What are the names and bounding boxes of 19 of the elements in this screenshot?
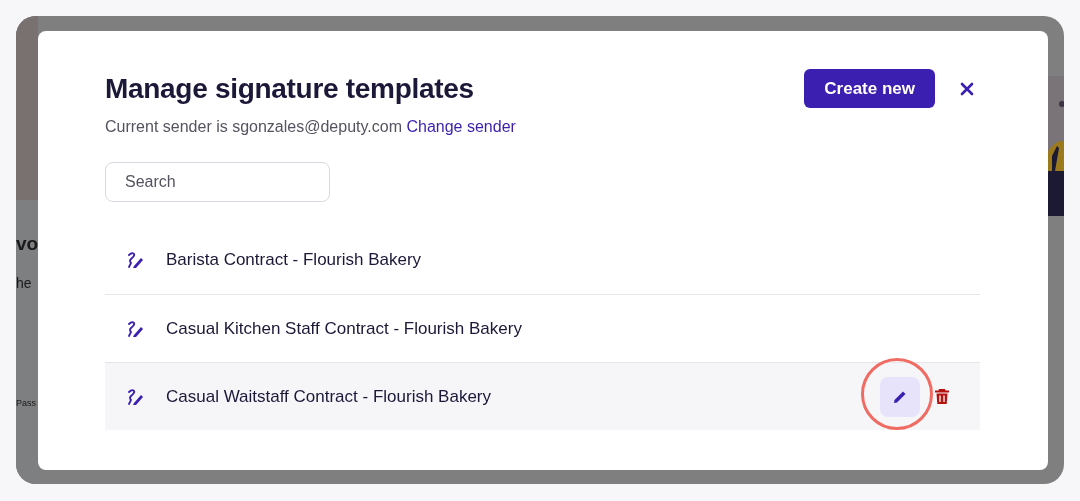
background-text: Pass [16,397,36,410]
trash-icon [934,388,950,405]
search-field[interactable]: Search [105,162,330,202]
dialog-title: Manage signature templates [105,72,475,105]
signature-icon [126,251,144,269]
delete-button[interactable] [934,388,950,405]
close-icon [960,81,974,96]
template-name: Barista Contract - Flourish Bakery [166,250,423,270]
background-text: he [16,274,32,293]
create-new-button[interactable]: Create new [804,69,935,108]
change-sender-link[interactable]: Change sender [406,118,516,135]
template-name: Casual Waitstaff Contract - Flourish Bakery [166,386,492,407]
signature-icon [126,387,144,406]
background-text: vo [16,232,38,256]
template-row[interactable]: Barista Contract - Flourish Bakery [105,226,980,294]
signature-icon [126,319,144,338]
edit-button[interactable] [880,376,920,417]
sender-text: Current sender is sgonzales@deputy.com [105,118,402,135]
template-name: Casual Kitchen Staff Contract - Flourish Bakery [166,318,523,339]
